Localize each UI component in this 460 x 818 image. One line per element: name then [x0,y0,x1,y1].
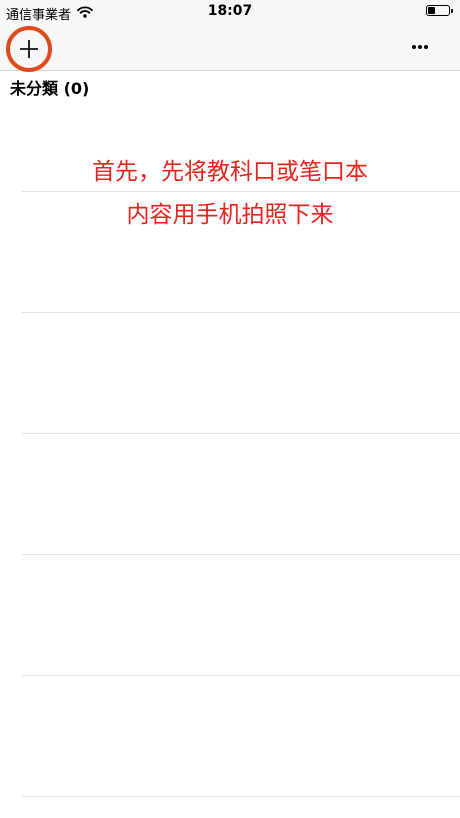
list-item[interactable] [22,191,460,192]
annotation-line-1: 首先，先将教科口或笔口本 [92,159,368,185]
battery-icon [426,5,453,16]
ellipsis-icon [412,45,428,49]
status-bar: 通信事業者 18:07 [0,0,460,24]
list-item[interactable] [22,312,460,313]
status-time: 18:07 [207,3,253,19]
battery-level [428,7,435,14]
list-item[interactable] [22,796,460,797]
add-button[interactable] [6,26,52,72]
list-item[interactable] [22,433,460,434]
list-item[interactable] [22,554,460,555]
more-button[interactable] [412,39,428,55]
status-right [426,5,453,16]
annotation-line-2: 内容用手机拍照下来 [126,202,334,228]
nav-bar [0,24,460,72]
list-item[interactable] [22,675,460,676]
section-title: 未分類 (0) [10,79,90,98]
plus-icon [20,40,38,58]
